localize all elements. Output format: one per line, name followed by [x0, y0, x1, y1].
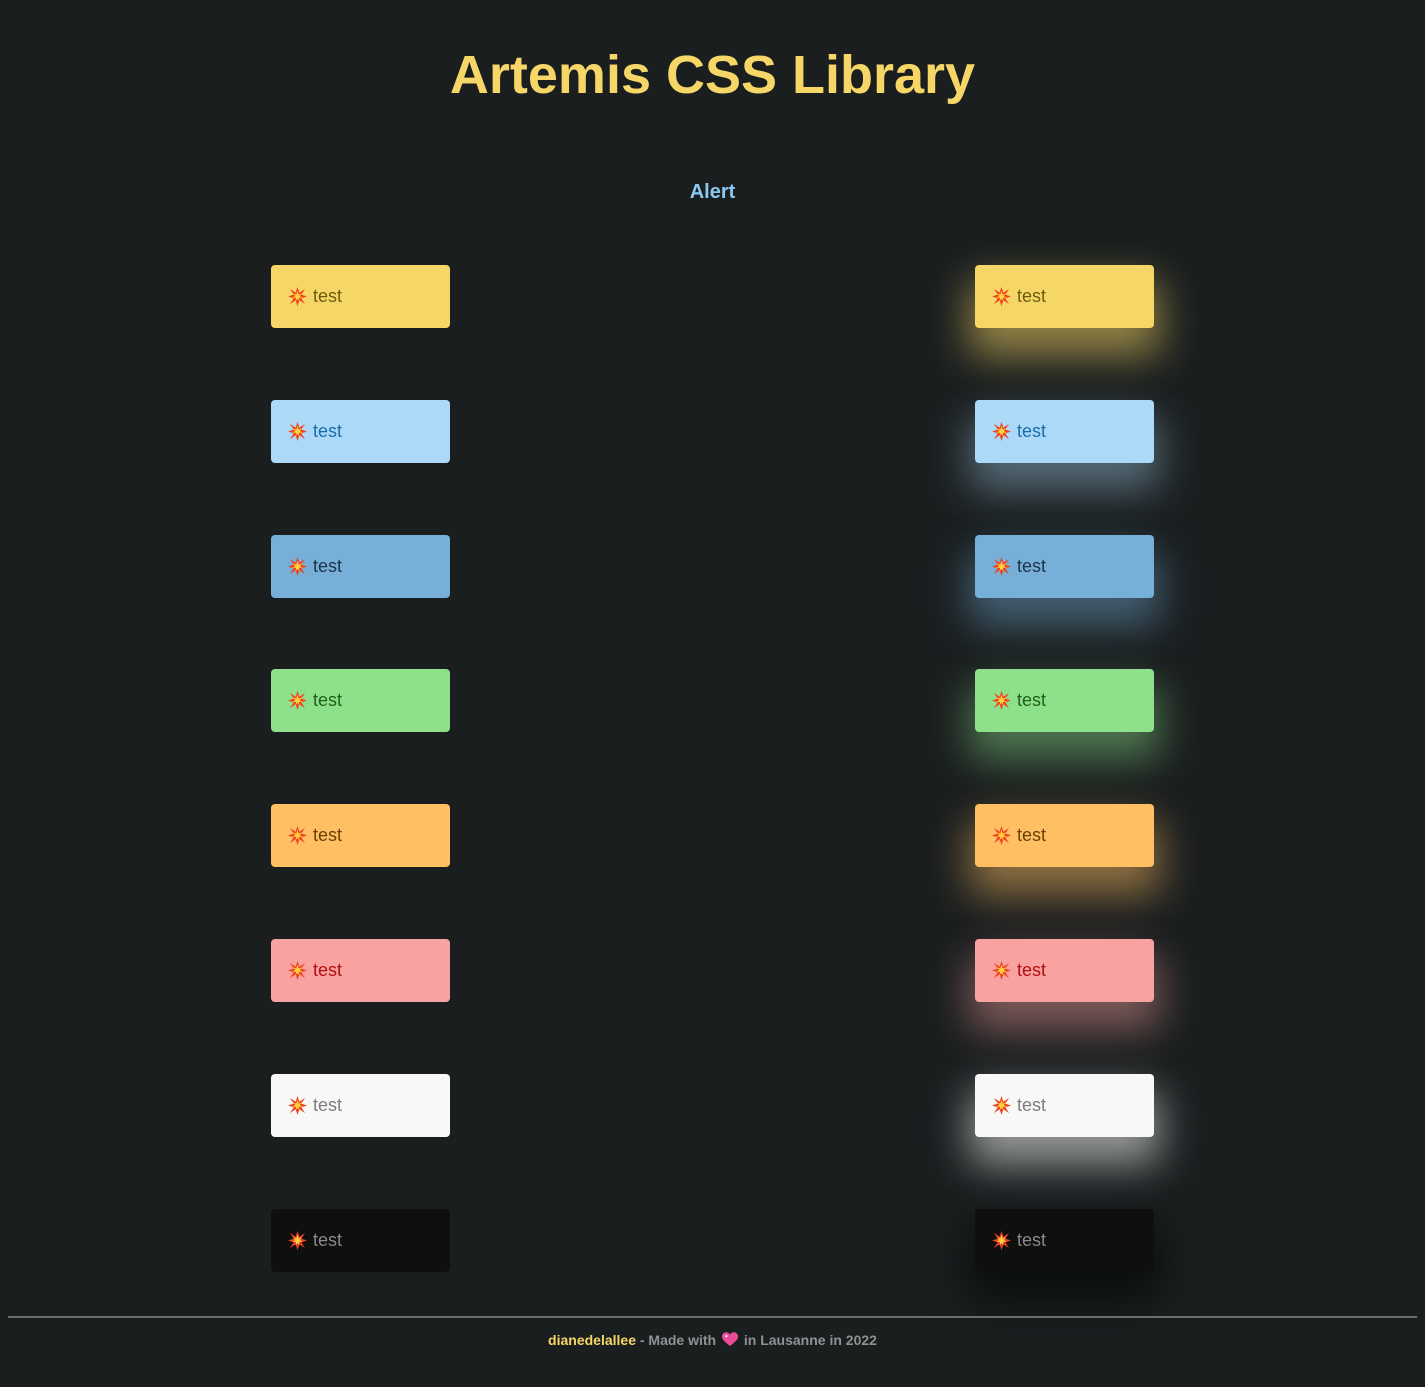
footer-author-link[interactable]: dianedelallee	[548, 1332, 636, 1348]
section-title: Alert	[689, 181, 736, 203]
collision-icon	[288, 557, 307, 576]
alert-text: test	[313, 1095, 343, 1115]
alert-text: test	[313, 286, 343, 306]
alert-green-shadow: test	[975, 669, 1154, 732]
alert-blue: test	[271, 535, 450, 598]
collision-icon	[992, 961, 1011, 980]
page-title: Artemis CSS Library	[449, 45, 976, 105]
sparkling-heart-icon	[722, 1332, 738, 1347]
alert-black-shadow: test	[975, 1209, 1154, 1272]
footer-divider	[8, 1316, 1417, 1318]
collision-icon	[288, 1231, 307, 1250]
alert-orange-shadow: test	[975, 804, 1154, 867]
collision-icon	[288, 1096, 307, 1115]
alert-black: test	[271, 1209, 450, 1272]
collision-icon	[288, 422, 307, 441]
collision-icon	[992, 1096, 1011, 1115]
collision-icon	[992, 826, 1011, 845]
alert-blue-shadow: test	[975, 535, 1154, 598]
collision-icon	[288, 826, 307, 845]
collision-icon	[288, 287, 307, 306]
alert-text: test	[313, 556, 343, 576]
alert-text: test	[1017, 556, 1047, 576]
alert-red-shadow: test	[975, 939, 1154, 1002]
collision-icon	[992, 422, 1011, 441]
alert-orange: test	[271, 804, 450, 867]
collision-icon	[288, 691, 307, 710]
alert-text: test	[313, 960, 343, 980]
collision-icon	[992, 557, 1011, 576]
alert-text: test	[313, 1230, 343, 1250]
alert-text: test	[313, 421, 343, 441]
alert-yellow-shadow: test	[975, 265, 1154, 328]
alert-text: test	[1017, 421, 1047, 441]
alert-text: test	[1017, 825, 1047, 845]
footer-made-with: - Made with	[639, 1332, 717, 1348]
collision-icon	[992, 691, 1011, 710]
footer: dianedelallee - Made with in Lausanne in…	[0, 1332, 1425, 1348]
alert-text: test	[313, 690, 343, 710]
alert-text: test	[1017, 286, 1047, 306]
alert-text: test	[1017, 960, 1047, 980]
collision-icon	[288, 961, 307, 980]
footer-location: in Lausanne in 2022	[743, 1332, 877, 1348]
collision-icon	[992, 1231, 1011, 1250]
alert-yellow: test	[271, 265, 450, 328]
alert-red: test	[271, 939, 450, 1002]
alert-white-shadow: test	[975, 1074, 1154, 1137]
alert-text: test	[1017, 690, 1047, 710]
alert-text: test	[1017, 1095, 1047, 1115]
alert-text: test	[313, 825, 343, 845]
alert-light-blue-shadow: test	[975, 400, 1154, 463]
alert-white: test	[271, 1074, 450, 1137]
alert-light-blue: test	[271, 400, 450, 463]
alert-text: test	[1017, 1230, 1047, 1250]
alert-green: test	[271, 669, 450, 732]
collision-icon	[992, 287, 1011, 306]
